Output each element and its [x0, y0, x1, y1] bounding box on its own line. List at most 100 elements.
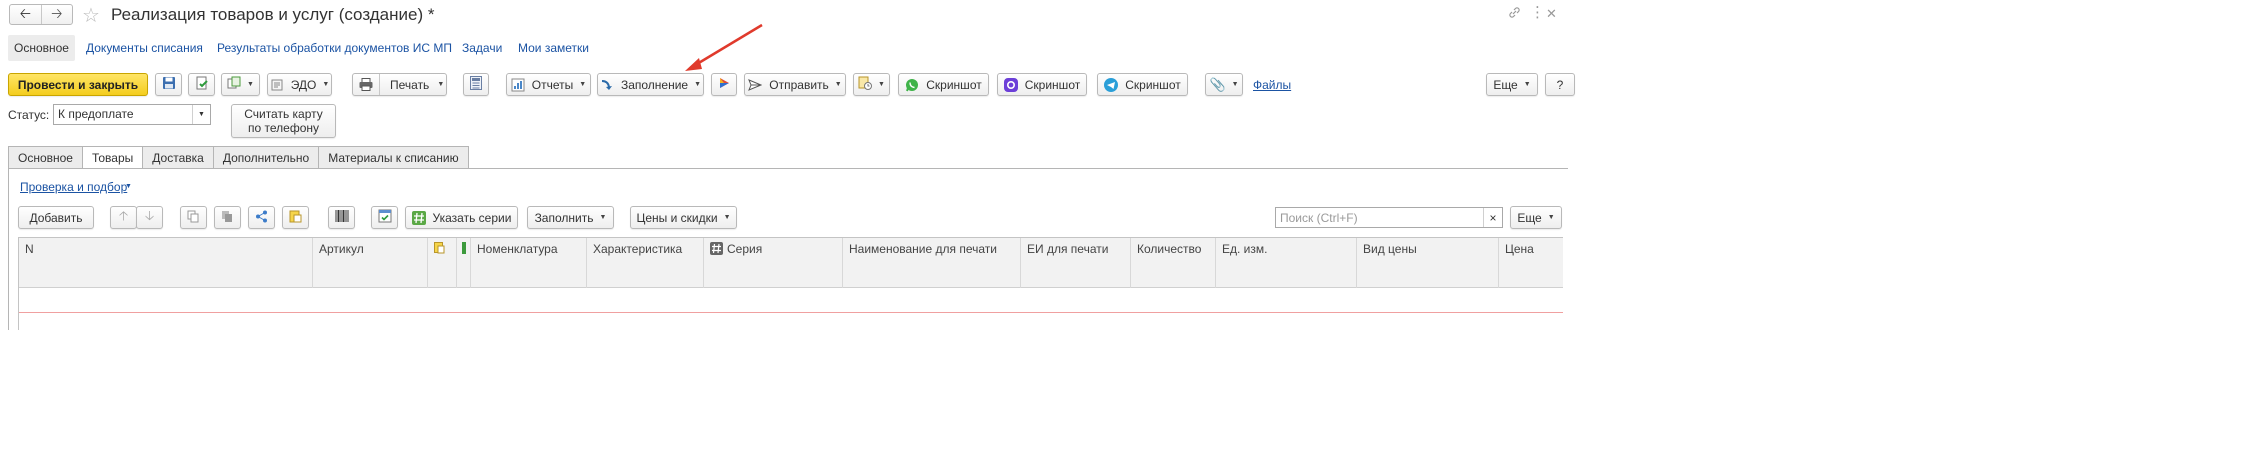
col-characteristic[interactable]: Характеристика — [587, 238, 704, 288]
post-button[interactable] — [188, 73, 215, 96]
send-icon — [748, 78, 763, 92]
nav-buttons: 🡠 🡢 — [9, 4, 73, 25]
tab-bar: Основное Товары Доставка Дополнительно М… — [8, 146, 469, 169]
colored-arrow-button[interactable] — [711, 73, 737, 96]
search-input[interactable] — [1276, 208, 1483, 227]
chevron-down-icon: ▼ — [437, 81, 445, 88]
chevron-down-icon: ▼ — [878, 81, 885, 88]
read-card-by-phone-button[interactable]: Считать карту по телефону — [231, 104, 336, 138]
move-up-button[interactable]: 🡡 — [110, 206, 137, 229]
col-article[interactable]: Артикул — [313, 238, 428, 288]
chevron-down-icon: ▼ — [1231, 81, 1239, 88]
chevron-down-icon: ▼ — [834, 81, 842, 88]
nav-write-off-docs[interactable]: Документы списания — [86, 41, 203, 55]
col-doc-flag[interactable] — [428, 238, 457, 288]
chevron-down-icon: ▼ — [247, 81, 254, 88]
tab-additional[interactable]: Дополнительно — [212, 146, 319, 169]
attach-doc-button[interactable]: ▼ — [853, 73, 890, 96]
marking-green-icon — [462, 242, 466, 257]
link-icon[interactable] — [1508, 6, 1521, 22]
files-link[interactable]: Файлы — [1253, 78, 1291, 92]
whatsapp-icon — [905, 78, 919, 92]
post-document-icon — [195, 76, 209, 93]
chevron-down-icon: ▼ — [694, 81, 702, 88]
prices-discounts-button[interactable]: Цены и скидки ▼ — [630, 206, 737, 229]
telegram-icon — [1104, 77, 1119, 92]
arrow-up-icon: 🡡 — [118, 207, 129, 223]
select-items-button[interactable] — [371, 206, 398, 229]
status-select[interactable]: К предоплате ▼ — [53, 104, 211, 125]
goods-table[interactable]: N Артикул Номенклатура Характеристика Се… — [18, 237, 1563, 330]
print-button[interactable]: Печать ▼ — [352, 73, 447, 96]
barcode-button[interactable] — [328, 206, 355, 229]
play-colored-icon — [717, 76, 731, 93]
chevron-down-icon: ▼ — [1547, 214, 1555, 221]
close-icon[interactable]: ✕ — [1546, 6, 1557, 22]
annotation-arrow — [685, 23, 763, 71]
col-price[interactable]: Цена — [1499, 238, 1564, 288]
tab-goods[interactable]: Товары — [81, 146, 143, 169]
max-messenger-icon — [1003, 77, 1018, 92]
edo-button[interactable]: ЭДО ▼ — [267, 73, 332, 96]
table-header: N Артикул Номенклатура Характеристика Се… — [19, 238, 1563, 288]
document-yellow-button[interactable] — [282, 206, 309, 229]
printer-icon — [353, 74, 380, 95]
screenshot-telegram-button[interactable]: Скриншот — [1097, 73, 1188, 96]
fill-goods-button[interactable]: Заполнить ▼ — [527, 206, 614, 229]
specify-series-button[interactable]: Указать серии — [405, 206, 518, 229]
nav-main[interactable]: Основное — [8, 35, 75, 61]
tab-materials[interactable]: Материалы к списанию — [318, 146, 469, 169]
fill-button[interactable]: Заполнение ▼ — [597, 73, 704, 96]
hash-icon — [710, 242, 723, 255]
paste-rows-button[interactable] — [214, 206, 241, 229]
more-vertical-icon[interactable]: ⋮ — [1530, 3, 1545, 21]
col-print-unit[interactable]: ЕИ для печати — [1021, 238, 1131, 288]
split-icon — [255, 210, 268, 226]
col-price-type[interactable]: Вид цены — [1357, 238, 1499, 288]
chevron-down-icon: ▼ — [322, 81, 330, 88]
save-icon — [162, 76, 176, 93]
send-button[interactable]: Отправить ▼ — [744, 73, 846, 96]
col-unit[interactable]: Ед. изм. — [1216, 238, 1357, 288]
tab-delivery[interactable]: Доставка — [142, 146, 213, 169]
star-icon[interactable]: ☆ — [82, 3, 100, 28]
document-clock-icon — [858, 76, 873, 93]
help-button[interactable]: ? — [1545, 73, 1575, 96]
add-row-button[interactable]: Добавить — [18, 206, 94, 229]
reports-button[interactable]: Отчеты ▼ — [506, 73, 591, 96]
nav-my-notes[interactable]: Мои заметки — [518, 41, 589, 55]
col-nomenclature[interactable]: Номенклатура — [471, 238, 587, 288]
screenshot-max-button[interactable]: Скриншот — [997, 73, 1087, 96]
more-button[interactable]: Еще ▼ — [1486, 73, 1538, 96]
goods-more-button[interactable]: Еще ▼ — [1510, 206, 1562, 229]
chevron-down-icon[interactable]: ▼ — [192, 105, 210, 124]
back-icon[interactable]: 🡠 — [10, 5, 42, 24]
split-row-button[interactable] — [248, 206, 275, 229]
attachments-button[interactable]: 📎 ▼ — [1205, 73, 1243, 96]
copy-row-button[interactable] — [180, 206, 207, 229]
chevron-down-icon[interactable]: ▼ — [125, 183, 132, 190]
chevron-down-icon: ▼ — [579, 81, 587, 88]
check-and-select-link[interactable]: Проверка и подбор — [20, 180, 127, 194]
post-and-close-button[interactable]: Провести и закрыть — [8, 73, 148, 96]
col-quantity[interactable]: Количество — [1131, 238, 1216, 288]
col-print-name[interactable]: Наименование для печати — [843, 238, 1021, 288]
forward-icon[interactable]: 🡢 — [42, 5, 73, 24]
move-down-button[interactable]: 🡣 — [136, 206, 163, 229]
calculator-icon — [470, 76, 482, 93]
arrow-down-icon: 🡣 — [144, 207, 155, 223]
nav-ismp-results[interactable]: Результаты обработки документов ИС МП — [217, 41, 452, 55]
clear-search-button[interactable]: × — [1483, 208, 1502, 227]
edo-icon — [270, 78, 284, 92]
col-n[interactable]: N — [19, 238, 313, 288]
tab-main[interactable]: Основное — [8, 146, 82, 169]
col-series[interactable]: Серия — [704, 238, 843, 288]
create-based-on-button[interactable]: ▼ — [221, 73, 260, 96]
nav-tasks[interactable]: Задачи — [462, 41, 502, 55]
save-button[interactable] — [155, 73, 182, 96]
table-check-icon — [378, 209, 392, 226]
paste-icon — [221, 210, 234, 226]
col-marking-flag[interactable] — [457, 238, 471, 288]
calculator-button[interactable] — [463, 73, 489, 96]
screenshot-whatsapp-button[interactable]: Скриншот — [898, 73, 989, 96]
